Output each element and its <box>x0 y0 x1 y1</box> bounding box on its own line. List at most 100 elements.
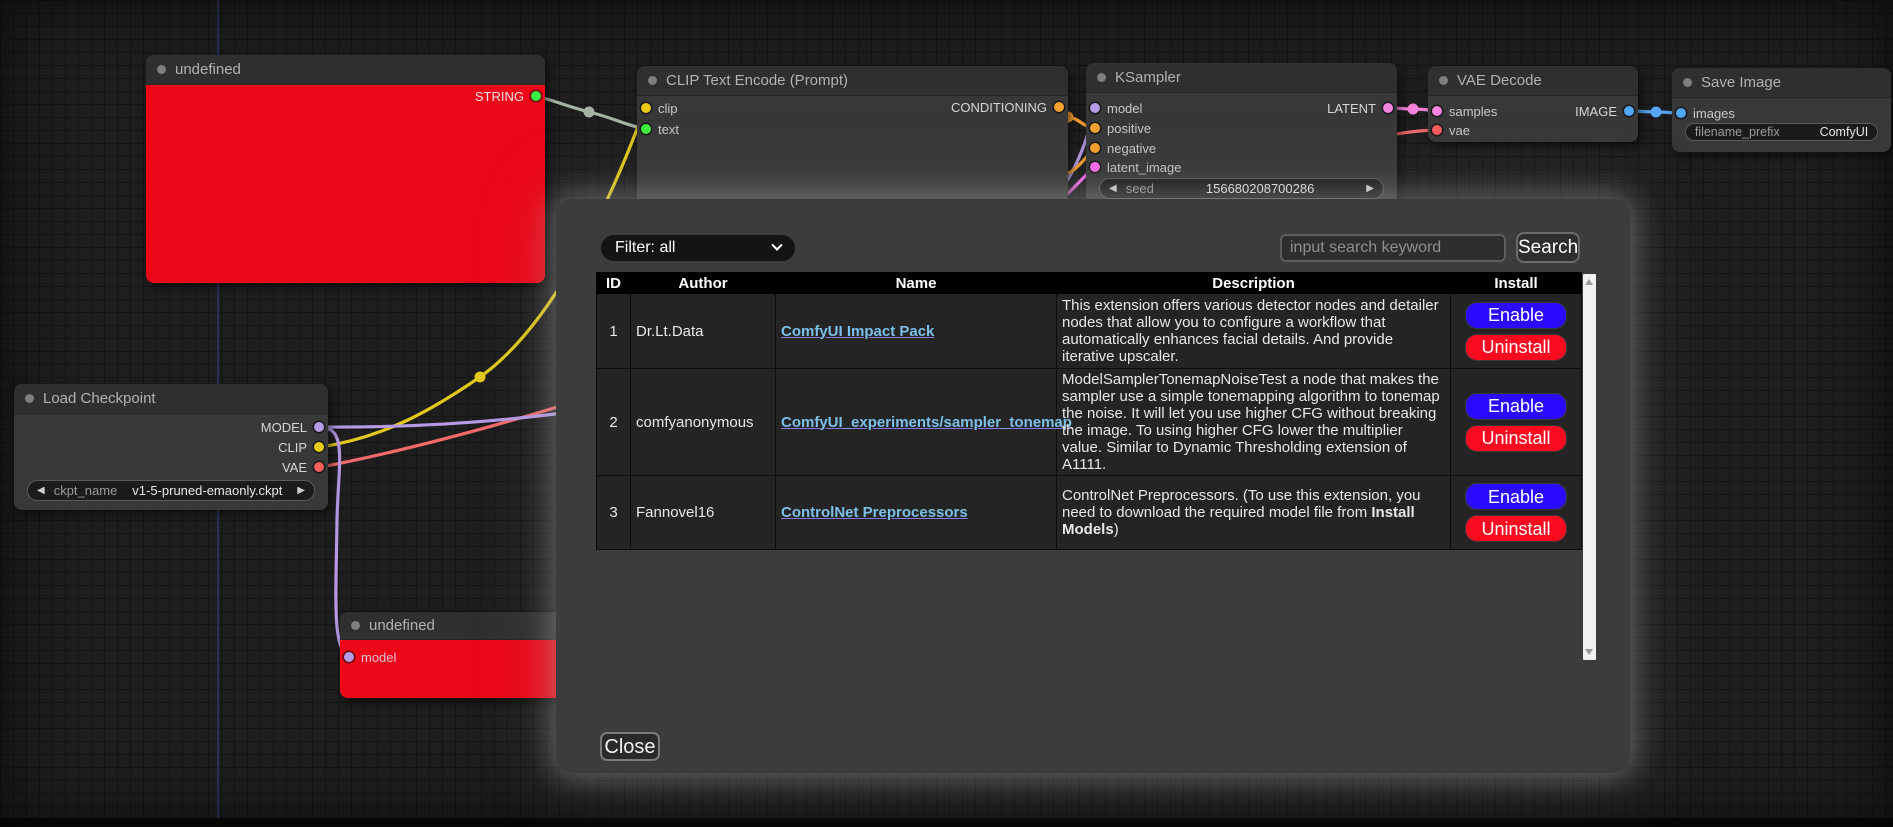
slot-dot-images[interactable] <box>1676 108 1686 118</box>
node-title: Save Image <box>1701 74 1781 91</box>
slot-dot-negative[interactable] <box>1090 143 1100 153</box>
node-title: KSampler <box>1115 69 1181 86</box>
slot-dot-vae[interactable] <box>314 462 324 472</box>
search-button[interactable]: Search <box>1516 232 1580 263</box>
table-header-row: ID Author Name Description Install <box>597 273 1582 294</box>
node-ksampler[interactable]: KSampler model positive negative latent_… <box>1086 63 1397 210</box>
node-collapse-dot-icon[interactable] <box>351 621 360 630</box>
slot-dot-model[interactable] <box>1090 103 1100 113</box>
col-header-description: Description <box>1057 273 1451 294</box>
node-title: Load Checkpoint <box>43 390 156 407</box>
ckpt-name-widget[interactable]: ◀ ckpt_name v1-5-pruned-emaonly.ckpt ▶ <box>27 480 315 501</box>
cell-name: ComfyUI_experiments/sampler_tonemap <box>776 369 1057 476</box>
scroll-up-icon[interactable] <box>1585 279 1593 285</box>
widget-label: seed <box>1126 181 1154 196</box>
node-undefined-string[interactable]: undefined STRING <box>146 55 545 283</box>
enable-button[interactable]: Enable <box>1465 302 1567 329</box>
input-slot-positive[interactable]: positive <box>1090 120 1151 136</box>
node-title: CLIP Text Encode (Prompt) <box>666 72 848 89</box>
widget-value: ComfyUI <box>1820 125 1869 139</box>
search-input[interactable] <box>1280 234 1506 262</box>
extension-link[interactable]: ComfyUI_experiments/sampler_tonemap <box>781 414 1072 431</box>
input-slot-clip[interactable]: clip <box>641 100 678 116</box>
slot-dot-clip[interactable] <box>641 103 651 113</box>
output-slot-latent[interactable]: LATENT <box>1327 100 1393 116</box>
slot-dot-image[interactable] <box>1624 106 1634 116</box>
link-dot-latent <box>1408 104 1419 115</box>
output-slot-vae[interactable]: VAE <box>282 459 324 475</box>
slot-dot-latent-image[interactable] <box>1090 162 1100 172</box>
input-slot-text[interactable]: text <box>641 121 679 137</box>
slot-dot-vae[interactable] <box>1432 125 1442 135</box>
node-save-image[interactable]: Save Image images filename_prefix ComfyU… <box>1672 68 1891 152</box>
input-slot-negative[interactable]: negative <box>1090 140 1156 156</box>
cell-author: Fannovel16 <box>631 476 776 550</box>
widget-left-arrow-icon[interactable]: ◀ <box>37 486 45 496</box>
node-collapse-dot-icon[interactable] <box>25 394 34 403</box>
output-slot-model[interactable]: MODEL <box>261 419 324 435</box>
node-collapse-dot-icon[interactable] <box>157 65 166 74</box>
slot-dot-latent[interactable] <box>1383 103 1393 113</box>
input-slot-model[interactable]: model <box>344 649 396 665</box>
widget-value: v1-5-pruned-emaonly.ckpt <box>117 483 297 498</box>
enable-button[interactable]: Enable <box>1465 483 1567 510</box>
link-dot-string <box>584 107 595 118</box>
uninstall-button[interactable]: Uninstall <box>1465 515 1567 542</box>
input-slot-samples[interactable]: samples <box>1432 103 1497 119</box>
cell-description: ModelSamplerTonemapNoiseTest a node that… <box>1057 369 1451 476</box>
input-slot-images[interactable]: images <box>1676 105 1735 121</box>
slot-label: model <box>1107 101 1142 116</box>
node-title: undefined <box>369 617 435 634</box>
output-slot-image[interactable]: IMAGE <box>1575 103 1634 119</box>
node-undefined-model[interactable]: undefined model <box>340 612 590 698</box>
slot-dot-string[interactable] <box>531 91 541 101</box>
filter-select[interactable]: Filter: all <box>600 234 796 262</box>
scroll-down-icon[interactable] <box>1585 649 1593 655</box>
node-collapse-dot-icon[interactable] <box>1683 78 1692 87</box>
cell-name: ControlNet Preprocessors <box>776 476 1057 550</box>
slot-dot-model[interactable] <box>314 422 324 432</box>
slot-dot-conditioning[interactable] <box>1054 102 1064 112</box>
description-text: This extension offers various detector n… <box>1062 297 1439 365</box>
node-title: undefined <box>175 61 241 78</box>
widget-right-arrow-icon[interactable]: ▶ <box>297 486 305 496</box>
widget-left-arrow-icon[interactable]: ◀ <box>1109 184 1117 194</box>
extension-link[interactable]: ComfyUI Impact Pack <box>781 323 934 340</box>
node-titlebar: Load Checkpoint <box>14 384 328 414</box>
extension-manager-dialog: Filter: all Search ID Author Name Descri… <box>556 199 1630 773</box>
node-title: VAE Decode <box>1457 72 1542 89</box>
output-slot-clip[interactable]: CLIP <box>278 439 324 455</box>
input-slot-latent-image[interactable]: latent_image <box>1090 159 1181 175</box>
node-collapse-dot-icon[interactable] <box>1439 76 1448 85</box>
uninstall-button[interactable]: Uninstall <box>1465 425 1567 452</box>
slot-dot-clip[interactable] <box>314 442 324 452</box>
slot-label: samples <box>1449 104 1497 119</box>
filename-prefix-widget[interactable]: filename_prefix ComfyUI <box>1685 123 1878 141</box>
input-slot-model[interactable]: model <box>1090 100 1142 116</box>
seed-widget[interactable]: ◀ seed 156680208700286 ▶ <box>1099 178 1384 199</box>
widget-label: ckpt_name <box>54 483 118 498</box>
node-body <box>146 85 545 283</box>
node-collapse-dot-icon[interactable] <box>648 76 657 85</box>
node-load-checkpoint[interactable]: Load Checkpoint MODEL CLIP VAE ◀ ckpt_na… <box>14 384 328 510</box>
widget-right-arrow-icon[interactable]: ▶ <box>1366 184 1374 194</box>
node-clip-text-encode[interactable]: CLIP Text Encode (Prompt) clip text COND… <box>637 66 1068 210</box>
slot-dot-model[interactable] <box>344 652 354 662</box>
node-vae-decode[interactable]: VAE Decode samples vae IMAGE <box>1428 66 1638 142</box>
node-collapse-dot-icon[interactable] <box>1097 73 1106 82</box>
output-slot-string[interactable]: STRING <box>475 88 541 104</box>
table-scrollbar[interactable] <box>1583 274 1596 660</box>
input-slot-vae[interactable]: vae <box>1432 122 1470 138</box>
slot-dot-samples[interactable] <box>1432 106 1442 116</box>
cell-description: ControlNet Preprocessors. (To use this e… <box>1057 476 1451 550</box>
enable-button[interactable]: Enable <box>1465 393 1567 420</box>
table-row: 1 Dr.Lt.Data ComfyUI Impact Pack This ex… <box>597 294 1582 369</box>
output-slot-conditioning[interactable]: CONDITIONING <box>951 99 1064 115</box>
slot-dot-text[interactable] <box>641 124 651 134</box>
slot-label: VAE <box>282 460 307 475</box>
uninstall-button[interactable]: Uninstall <box>1465 334 1567 361</box>
extension-link[interactable]: ControlNet Preprocessors <box>781 504 968 521</box>
close-button[interactable]: Close <box>600 732 660 761</box>
slot-dot-positive[interactable] <box>1090 123 1100 133</box>
slot-label: IMAGE <box>1575 104 1617 119</box>
